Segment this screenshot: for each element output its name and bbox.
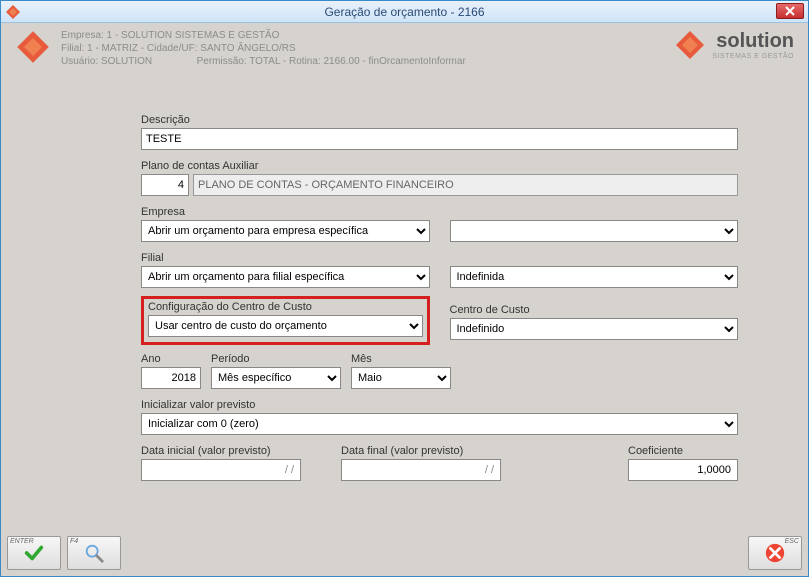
close-button[interactable] xyxy=(776,3,804,19)
periodo-select[interactable]: Mês específico xyxy=(211,367,341,389)
mes-select[interactable]: Maio xyxy=(351,367,451,389)
filial-value-select[interactable]: Indefinida xyxy=(450,266,739,288)
label-ano: Ano xyxy=(141,353,201,365)
header-info: Empresa: 1 - SOLUTION SISTEMAS E GESTÃO … xyxy=(61,29,664,68)
header-empresa: Empresa: 1 - SOLUTION SISTEMAS E GESTÃO xyxy=(61,29,664,42)
data-inicial-input[interactable]: / / xyxy=(141,459,301,481)
titlebar: Geração de orçamento - 2166 xyxy=(1,1,808,23)
empresa-select[interactable]: Abrir um orçamento para empresa específi… xyxy=(141,220,430,242)
header-filial: Filial: 1 - MATRIZ - Cidade/UF: SANTO ÂN… xyxy=(61,42,664,55)
cancel-icon xyxy=(764,542,786,564)
brand-tagline: SISTEMAS E GESTÃO xyxy=(712,53,794,60)
data-final-input[interactable]: / / xyxy=(341,459,501,481)
enter-button[interactable]: ENTER xyxy=(7,536,61,570)
check-icon xyxy=(23,542,45,564)
descricao-input[interactable] xyxy=(141,128,738,150)
config-cc-select[interactable]: Usar centro de custo do orçamento xyxy=(148,315,423,337)
bottom-toolbar: ENTER F4 ESC xyxy=(7,536,802,570)
filial-select[interactable]: Abrir um orçamento para filial específic… xyxy=(141,266,430,288)
coeficiente-input[interactable]: 1,0000 xyxy=(628,459,738,481)
window-title: Geração de orçamento - 2166 xyxy=(324,5,484,19)
window: Geração de orçamento - 2166 Empresa: 1 -… xyxy=(0,0,809,577)
label-filial: Filial xyxy=(141,252,430,264)
plano-num-input[interactable] xyxy=(141,174,189,196)
header-permissao: Permissão: TOTAL - Rotina: 2166.00 - fin… xyxy=(197,56,466,67)
label-descricao: Descrição xyxy=(141,114,738,126)
brand-icon-small xyxy=(15,29,51,65)
centro-custo-select[interactable]: Indefinido xyxy=(450,318,739,340)
label-data-final: Data final (valor previsto) xyxy=(341,445,501,457)
f4-key-label: F4 xyxy=(70,538,78,545)
brand-name: solution xyxy=(712,30,794,53)
label-coeficiente: Coeficiente xyxy=(628,445,738,457)
label-centro-custo: Centro de Custo xyxy=(450,304,739,316)
header-usuario: Usuário: SOLUTION xyxy=(61,56,152,67)
empresa-value-select[interactable] xyxy=(450,220,739,242)
label-plano-contas: Plano de contas Auxiliar xyxy=(141,160,738,172)
brand-logo: solution SISTEMAS E GESTÃO xyxy=(664,29,794,61)
ano-input[interactable] xyxy=(141,367,201,389)
plano-desc-display xyxy=(193,174,738,196)
app-icon xyxy=(5,4,21,20)
highlight-config-cc: Configuração do Centro de Custo Usar cen… xyxy=(141,296,430,345)
label-empresa: Empresa xyxy=(141,206,430,218)
label-inicializar: Inicializar valor previsto xyxy=(141,399,738,411)
brand-icon xyxy=(674,29,706,61)
esc-button[interactable]: ESC xyxy=(748,536,802,570)
f4-button[interactable]: F4 xyxy=(67,536,121,570)
label-periodo: Período xyxy=(211,353,341,365)
header: Empresa: 1 - SOLUTION SISTEMAS E GESTÃO … xyxy=(1,23,808,74)
label-config-cc: Configuração do Centro de Custo xyxy=(148,301,423,313)
enter-key-label: ENTER xyxy=(10,538,34,545)
close-icon xyxy=(785,6,795,16)
form: Descrição Plano de contas Auxiliar Empre… xyxy=(1,74,808,491)
label-mes: Mês xyxy=(351,353,451,365)
inicializar-select[interactable]: Inicializar com 0 (zero) xyxy=(141,413,738,435)
esc-key-label: ESC xyxy=(785,538,799,545)
label-data-inicial: Data inicial (valor previsto) xyxy=(141,445,301,457)
search-icon xyxy=(83,542,105,564)
